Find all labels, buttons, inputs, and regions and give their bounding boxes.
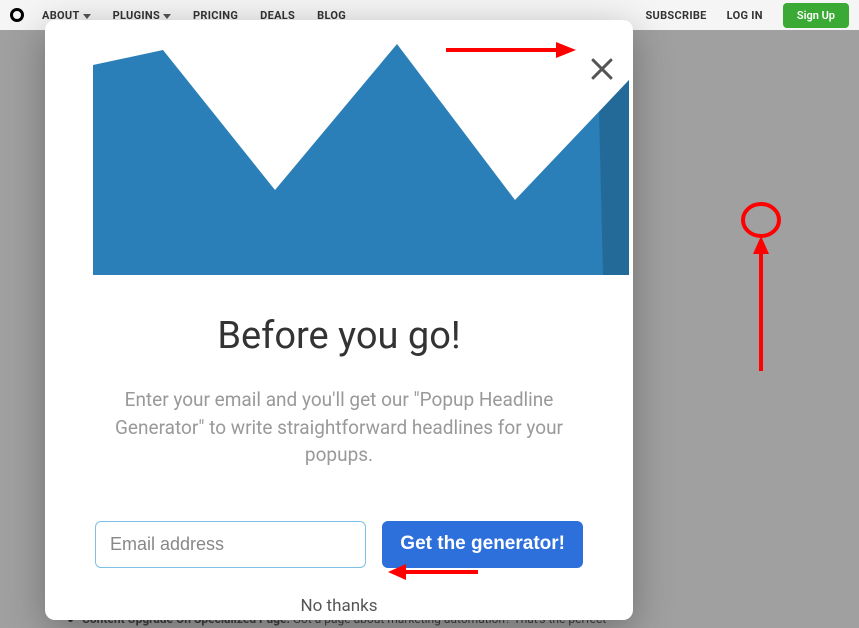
nav-login-label: LOG IN [727,9,763,22]
logo-icon [10,8,24,22]
no-thanks-link[interactable]: No thanks [301,596,378,616]
signup-button-label: Sign Up [797,9,835,22]
chevron-down-icon [163,14,171,19]
crown-icon [45,20,633,280]
modal-title: Before you go! [95,314,583,358]
nav-subscribe[interactable]: SUBSCRIBE [645,9,706,22]
nav-right: SUBSCRIBE LOG IN Sign Up [645,3,849,28]
nav-login[interactable]: LOG IN [727,9,763,22]
nav-subscribe-label: SUBSCRIBE [645,9,706,22]
get-generator-button[interactable]: Get the generator! [382,521,583,568]
modal-body: Before you go! Enter your email and you'… [45,280,633,616]
email-field[interactable] [95,521,366,568]
chevron-down-icon [83,14,91,19]
signup-button[interactable]: Sign Up [783,3,849,28]
close-icon[interactable] [589,56,615,82]
exit-intent-modal: Before you go! Enter your email and you'… [45,20,633,620]
modal-hero [45,20,633,280]
modal-description: Enter your email and you'll get our "Pop… [95,386,583,469]
annotation-arrow-circle [736,196,786,376]
modal-form: Get the generator! [95,521,583,568]
